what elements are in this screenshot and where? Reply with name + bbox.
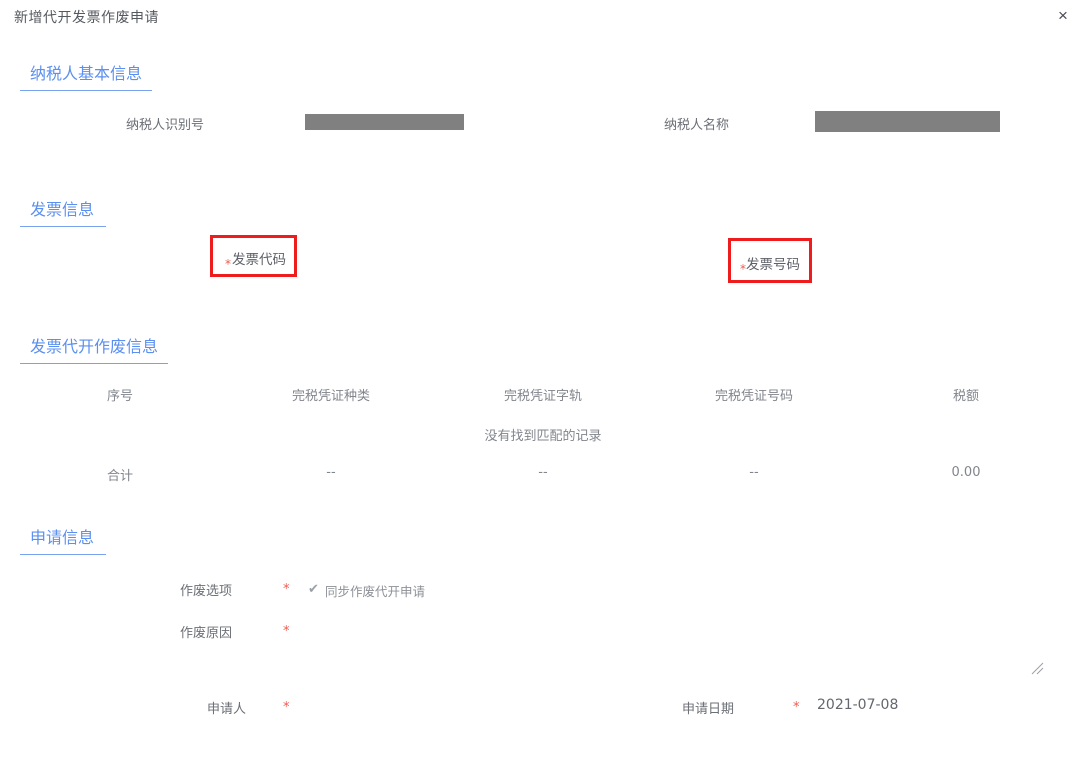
table-empty-message: 没有找到匹配的记录 [484, 429, 602, 444]
sync-void-checkbox-icon[interactable]: ✔ [308, 583, 319, 596]
section-rule-invoice-info [20, 226, 106, 227]
void-reason-required-mark: * [283, 624, 290, 639]
apply-date-required-mark: * [793, 700, 800, 715]
section-heading-taxpayer-info: 纳税人基本信息 [30, 64, 143, 83]
section-rule-taxpayer-info [20, 90, 152, 91]
void-reason-label: 作废原因 [179, 626, 232, 641]
sync-void-checkbox-label[interactable]: 同步作废代开申请 [325, 581, 425, 600]
section-heading-invoice-info: 发票信息 [30, 200, 95, 219]
invoice-number-label: 发票号码 [746, 257, 800, 273]
table-header-cert-series: 完税凭证字轨 [503, 389, 582, 404]
taxpayer-id-label: 纳税人识别号 [125, 118, 204, 133]
section-heading-invoice-void-info: 发票代开作废信息 [30, 337, 159, 356]
apply-date-label: 申请日期 [681, 702, 734, 717]
table-total-cert-type: -- [326, 465, 336, 480]
new-invoice-void-application-dialog: 新增代开发票作废申请 × 纳税人基本信息 纳税人识别号 纳税人名称 发票信息 *… [0, 0, 1080, 759]
apply-date-value[interactable]: 2021-07-08 [817, 697, 898, 713]
void-reason-textarea-resize-grip[interactable] [1031, 662, 1044, 675]
close-icon[interactable]: × [1052, 5, 1074, 27]
table-total-cert-number: -- [749, 465, 759, 480]
taxpayer-name-value-redacted[interactable] [815, 111, 1000, 132]
table-header-cert-number: 完税凭证号码 [714, 389, 793, 404]
invoice-code-required-mark: * [225, 257, 231, 271]
dialog-title: 新增代开发票作废申请 [14, 10, 159, 26]
dialog-titlebar: 新增代开发票作废申请 × [0, 0, 1080, 30]
section-rule-application-info [20, 554, 106, 555]
void-option-label: 作废选项 [179, 584, 232, 599]
table-header-seq: 序号 [106, 389, 133, 404]
table-total-label: 合计 [106, 469, 133, 484]
section-heading-application-info: 申请信息 [30, 528, 95, 547]
table-header-cert-type: 完税凭证种类 [291, 389, 370, 404]
table-header-tax-amount: 税额 [952, 389, 979, 404]
applicant-required-mark: * [283, 700, 290, 715]
taxpayer-name-label: 纳税人名称 [663, 118, 729, 133]
taxpayer-id-value-redacted[interactable] [305, 114, 464, 130]
section-rule-invoice-void-info [20, 363, 168, 364]
table-total-tax-amount: 0.00 [951, 465, 981, 480]
void-option-required-mark: * [283, 582, 290, 597]
applicant-label: 申请人 [206, 702, 246, 717]
table-total-cert-series: -- [538, 465, 548, 480]
invoice-code-label: 发票代码 [232, 252, 286, 268]
